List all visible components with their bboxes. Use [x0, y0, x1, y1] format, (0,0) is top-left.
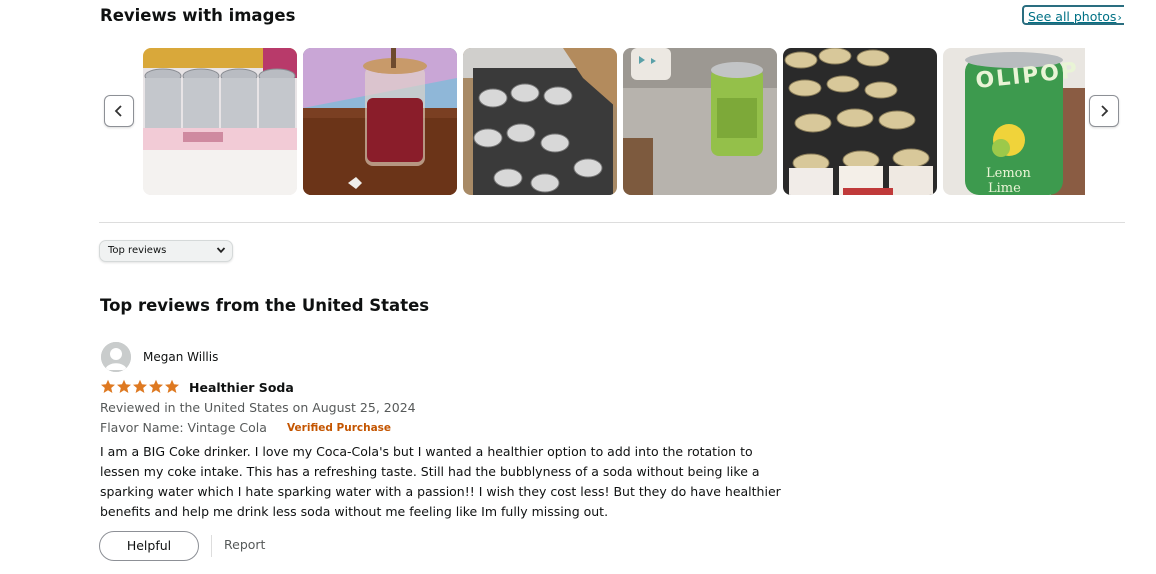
flavor-name: Flavor Name: Vintage Cola [100, 420, 267, 435]
review-image-1[interactable] [143, 48, 297, 195]
section-divider [99, 222, 1125, 223]
cans-in-fridge-icon [783, 48, 937, 195]
star-rating[interactable] [100, 379, 180, 394]
review-body: I am a BIG Coke drinker. I love my Coca-… [100, 444, 781, 519]
star-icon [165, 379, 179, 393]
avatar [101, 342, 131, 372]
review-title[interactable]: Healthier Soda [189, 380, 294, 395]
review-image-5[interactable] [783, 48, 937, 195]
see-all-photos-label: See all photos [1028, 9, 1117, 24]
sort-selected-value: Top reviews [108, 245, 167, 256]
chevron-left-icon [114, 105, 122, 117]
can-label-bottom-2: Lime [988, 181, 1021, 195]
chevron-right-icon [1101, 105, 1109, 117]
chevron-right-icon: › [1117, 11, 1122, 24]
reviewer-name[interactable]: Megan Willis [143, 350, 218, 364]
carousel-prev-button[interactable] [104, 95, 134, 127]
verified-purchase-badge: Verified Purchase [287, 422, 392, 434]
star-icon [149, 379, 163, 393]
action-divider [211, 535, 212, 557]
chevron-down-icon [216, 247, 226, 254]
report-link[interactable]: Report [224, 537, 265, 552]
top-reviews-heading: Top reviews from the United States [100, 296, 430, 315]
review-date: Reviewed in the United States on August … [100, 400, 416, 415]
star-icon [117, 379, 131, 393]
see-all-photos-link[interactable]: See all photos› [1022, 5, 1124, 25]
user-profile-icon [101, 342, 131, 372]
star-icon [101, 379, 115, 393]
glass-jar-drink-icon [303, 48, 457, 195]
review-image-4[interactable] [623, 48, 777, 195]
box-of-cans-icon [463, 48, 617, 195]
review-image-2[interactable] [303, 48, 457, 195]
sort-reviews-dropdown[interactable]: Top reviews [99, 240, 233, 262]
can-label-bottom-1: Lemon [986, 166, 1031, 181]
carousel-next-button[interactable] [1089, 95, 1119, 127]
review-image-3[interactable] [463, 48, 617, 195]
green-can-icon [623, 48, 777, 195]
reviews-with-images-title: Reviews with images [100, 6, 296, 25]
pink-box-of-cans-icon [143, 48, 297, 195]
star-icon [133, 379, 147, 393]
helpful-button[interactable]: Helpful [99, 531, 199, 561]
